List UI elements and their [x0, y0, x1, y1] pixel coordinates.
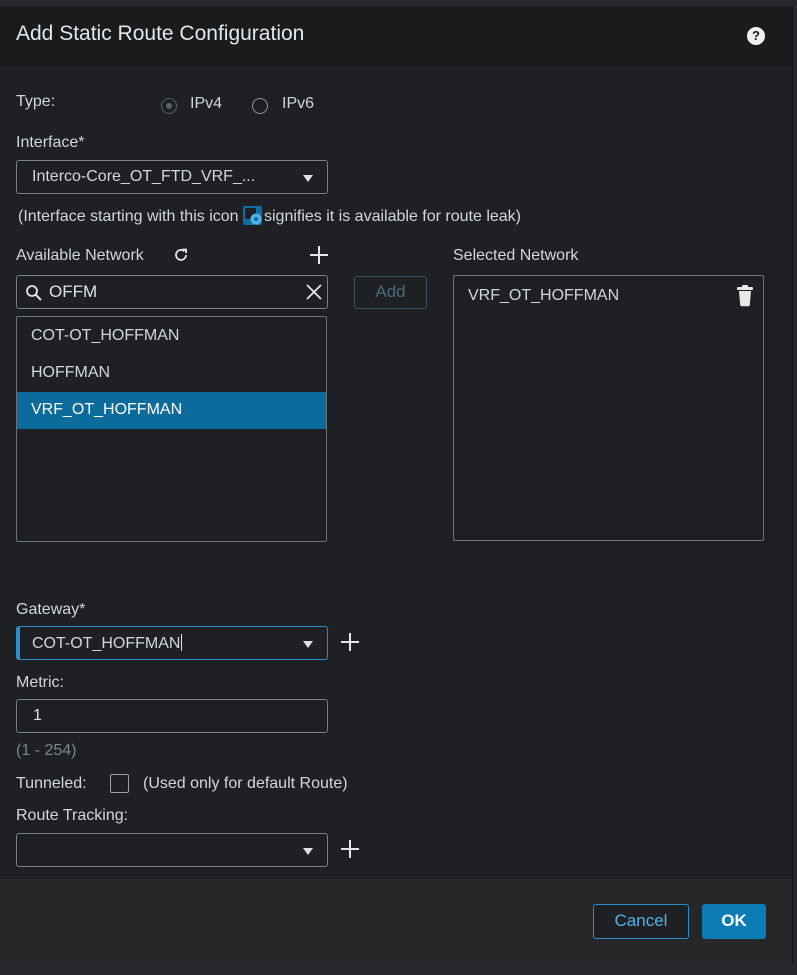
- type-label: Type:: [16, 93, 56, 110]
- ipv6-label: IPv6: [282, 95, 315, 112]
- metric-input[interactable]: 1: [16, 699, 328, 733]
- text-cursor: [181, 634, 183, 651]
- list-item[interactable]: HOFFMAN: [17, 355, 326, 392]
- static-route-dialog: Add Static Route Configuration ? Type: I…: [0, 6, 793, 963]
- metric-value: 1: [33, 707, 42, 724]
- gateway-value-text: COT-OT_HOFFMAN: [32, 635, 181, 652]
- tunneled-checkbox[interactable]: [110, 774, 129, 793]
- list-item-label: VRF_OT_HOFFMAN: [31, 401, 183, 418]
- add-gateway-plus-icon[interactable]: [340, 632, 360, 652]
- interface-hint-text-after: signifies it is available for route leak…: [263, 208, 521, 225]
- tunneled-note: (Used only for default Route): [143, 775, 348, 792]
- trash-icon[interactable]: [736, 285, 754, 307]
- selected-network-label: Selected Network: [453, 247, 579, 264]
- interface-label: Interface*: [16, 134, 85, 151]
- add-route-tracking-plus-icon[interactable]: [340, 839, 360, 859]
- route-leak-icon: [242, 206, 262, 225]
- chevron-down-icon: [303, 848, 313, 855]
- tunneled-label: Tunneled:: [16, 775, 87, 792]
- interface-hint-text-before: (Interface starting with this icon: [18, 208, 243, 225]
- question-circle-icon[interactable]: ?: [747, 27, 765, 45]
- selected-network-item: VRF_OT_HOFFMAN: [468, 287, 620, 304]
- network-search-input[interactable]: OFFM: [16, 275, 328, 309]
- dialog-title: Add Static Route Configuration: [16, 22, 305, 45]
- gateway-select-value: COT-OT_HOFFMAN: [32, 634, 183, 653]
- metric-range: (1 - 254): [16, 742, 77, 759]
- list-item-label: HOFFMAN: [31, 364, 111, 381]
- gateway-label: Gateway*: [16, 601, 86, 618]
- ipv6-radio[interactable]: [252, 98, 268, 114]
- ipv4-radio[interactable]: [161, 98, 177, 114]
- list-item-selected[interactable]: VRF_OT_HOFFMAN: [17, 392, 326, 429]
- network-search-value: OFFM: [49, 282, 98, 301]
- available-network-list: COT-OT_HOFFMAN HOFFMAN VRF_OT_HOFFMAN: [16, 316, 327, 542]
- interface-hint: (Interface starting with this icon signi…: [18, 206, 521, 226]
- metric-label: Metric:: [16, 674, 64, 691]
- ipv4-label: IPv4: [190, 95, 223, 112]
- list-item[interactable]: COT-OT_HOFFMAN: [17, 318, 326, 355]
- selected-network-list: VRF_OT_HOFFMAN: [453, 275, 764, 541]
- search-icon: [26, 285, 42, 301]
- add-network-plus-icon[interactable]: [309, 245, 329, 265]
- route-tracking-select[interactable]: [16, 833, 328, 867]
- cancel-button[interactable]: Cancel: [593, 904, 689, 939]
- refresh-icon[interactable]: [172, 246, 190, 264]
- add-button[interactable]: Add: [354, 276, 427, 309]
- interface-select-value: Interco-Core_OT_FTD_VRF_...: [32, 168, 256, 185]
- available-network-label: Available Network: [16, 247, 144, 264]
- route-tracking-label: Route Tracking:: [16, 807, 129, 824]
- dialog-footer: Cancel OK: [0, 879, 792, 963]
- interface-select[interactable]: Interco-Core_OT_FTD_VRF_...: [16, 160, 328, 194]
- gateway-select[interactable]: COT-OT_HOFFMAN: [16, 626, 328, 660]
- chevron-down-icon: [303, 175, 313, 182]
- clear-search-icon[interactable]: [305, 283, 323, 301]
- dialog-header: Add Static Route Configuration ?: [0, 6, 792, 66]
- chevron-down-icon: [303, 641, 313, 648]
- ok-button[interactable]: OK: [702, 904, 766, 939]
- list-item-label: COT-OT_HOFFMAN: [31, 327, 180, 344]
